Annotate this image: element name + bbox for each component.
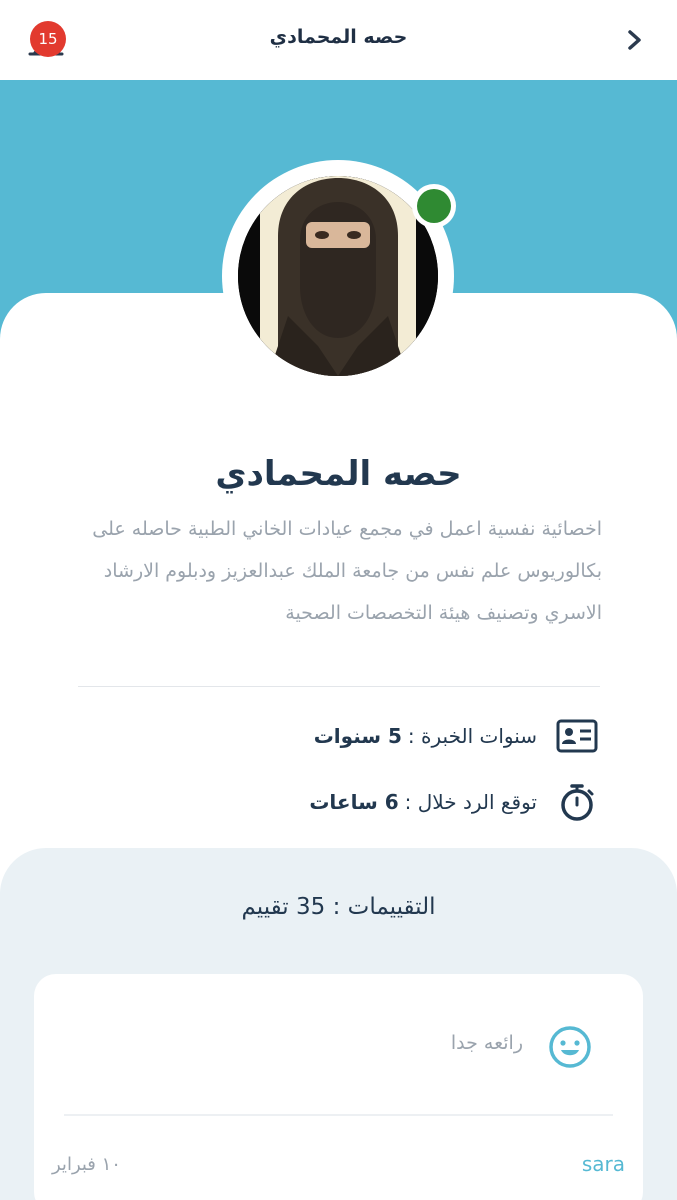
id-card-icon <box>555 716 599 756</box>
doctor-bio: اخصائية نفسية اعمل في مجمع عيادات الخاني… <box>92 518 602 624</box>
reviews-title: التقييمات : 35 تقييم <box>241 894 436 920</box>
smiley-icon <box>549 1026 591 1068</box>
review-author: sara <box>581 1152 625 1176</box>
review-text: رائعه جدا <box>450 1032 523 1054</box>
experience-row: سنوات الخبرة : 5 سنوات <box>314 716 599 756</box>
stopwatch-icon <box>555 782 599 822</box>
section-divider <box>78 686 600 687</box>
doctor-name: حصه المحمادي <box>215 454 462 494</box>
avatar <box>238 176 438 376</box>
reviews-section: التقييمات : 35 تقييم رائعه جدا sara ١٠ ف… <box>0 848 677 1200</box>
page-title: حصه المحمادي <box>269 26 408 48</box>
experience-label: سنوات الخبرة : <box>407 724 537 748</box>
experience-value: 5 سنوات <box>313 724 402 748</box>
review-date: ١٠ فبراير <box>52 1154 121 1175</box>
response-time-row: توقع الرد خلال : 6 ساعات <box>309 782 599 822</box>
avatar-image <box>238 176 438 376</box>
chevron-right-icon[interactable] <box>625 28 645 52</box>
review-card: رائعه جدا sara ١٠ فبراير <box>34 974 643 1200</box>
top-bar: 15 حصه المحمادي <box>0 0 677 80</box>
response-time-label: توقع الرد خلال : <box>404 790 537 814</box>
review-divider <box>64 1114 613 1116</box>
online-status-indicator <box>412 184 456 228</box>
response-time-value: 6 ساعات <box>309 790 399 814</box>
